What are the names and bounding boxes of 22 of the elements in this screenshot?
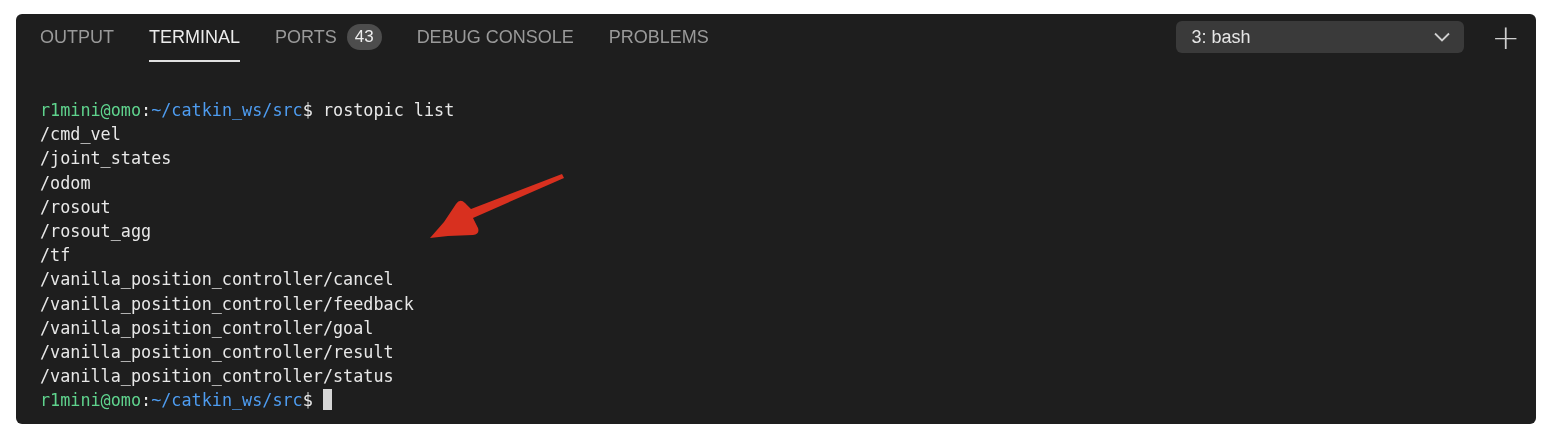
panel-tab[interactable]: TERMINAL xyxy=(149,14,240,62)
panel-tab[interactable]: DEBUG CONSOLE xyxy=(416,14,574,62)
terminal-dropdown[interactable]: 3: bash xyxy=(1175,21,1464,53)
output-line: /vanilla_position_controller/cancel xyxy=(40,268,395,292)
output-line: /vanilla_position_controller/goal xyxy=(40,316,375,340)
new-terminal-button[interactable]: + xyxy=(1491,18,1520,56)
count-badge: 43 xyxy=(346,24,382,50)
output-line: /vanilla_position_controller/status xyxy=(40,365,395,389)
output-line: /rosout xyxy=(40,195,112,219)
output-line: /tf xyxy=(40,244,72,268)
output-line: /odom xyxy=(40,171,92,195)
panel-tab[interactable]: PORTS 43 xyxy=(275,14,382,62)
panel-tab[interactable]: OUTPUT xyxy=(40,14,114,62)
chevron-down-icon xyxy=(1433,32,1450,42)
output-line: /vanilla_position_controller/feedback xyxy=(40,292,415,316)
output-line: /cmd_vel xyxy=(40,123,122,147)
output-line: /vanilla_position_controller/result xyxy=(40,340,395,364)
panel-tab[interactable]: PROBLEMS xyxy=(608,14,709,62)
output-line: /rosout_agg xyxy=(40,219,153,243)
output-line: /joint_states xyxy=(40,147,173,171)
prompt-line: r1mini@omo:~/catkin_ws/src$ xyxy=(40,388,1536,413)
prompt-line: r1mini@omo:~/catkin_ws/src$ rostopic list xyxy=(40,99,456,122)
